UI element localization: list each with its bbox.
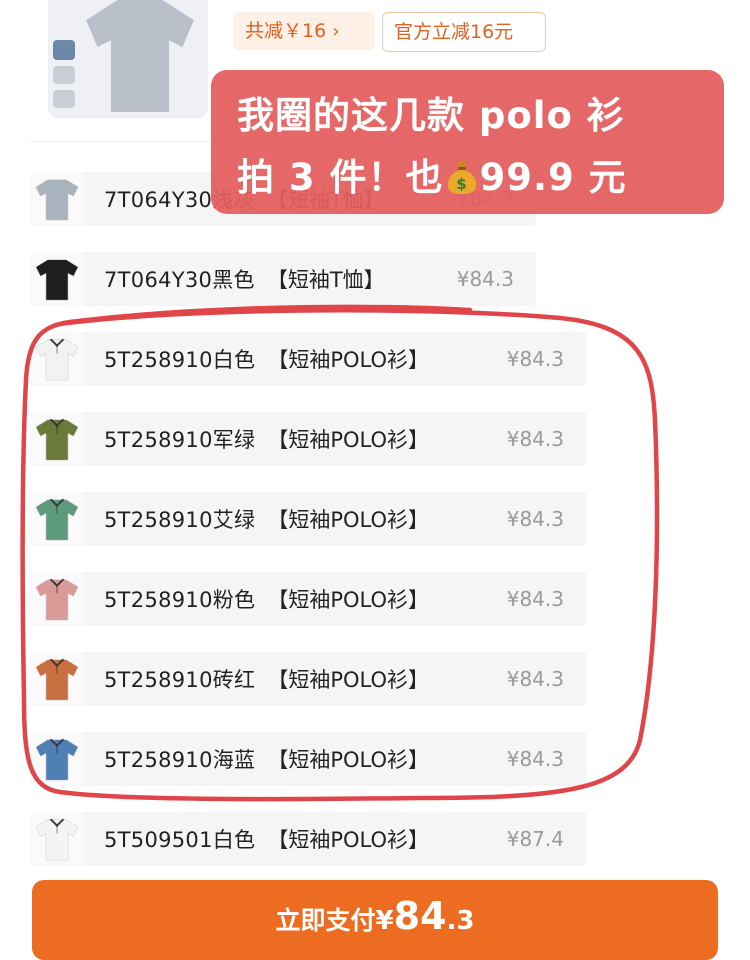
item-price: ¥84.3 — [506, 667, 564, 691]
polo-shirt-image — [30, 812, 84, 866]
item-category-tag: 【短袖POLO衫】 — [267, 428, 430, 452]
item-row[interactable]: 5T509501白色 【短袖POLO衫】 ¥87.4 — [30, 812, 586, 866]
item-category-tag: 【短袖POLO衫】 — [267, 588, 430, 612]
tshirt-image — [86, 0, 194, 112]
polo-shirt-image — [30, 412, 84, 466]
item-code: 5T509501白色 — [104, 828, 256, 852]
pay-now-label: 立即支付 — [275, 906, 376, 935]
item-category-tag: 【短袖POLO衫】 — [267, 348, 430, 372]
annotation-line-2: 拍 3 件！也 $ 99.9 元 — [237, 147, 627, 201]
total-discount-label: 共减￥16 — [245, 20, 327, 42]
official-discount-label: 官方立减16元 — [394, 21, 514, 43]
item-price: ¥84.3 — [506, 347, 564, 371]
pay-amount-decimal: .3 — [446, 906, 475, 936]
item-row[interactable]: 5T258910粉色 【短袖POLO衫】 ¥84.3 — [30, 572, 586, 626]
item-category-tag: 【短袖POLO衫】 — [267, 748, 430, 772]
money-bag-icon: $ — [447, 161, 476, 194]
item-price: ¥84.3 — [506, 427, 564, 451]
polo-shirt-image — [30, 332, 84, 386]
chevron-right-icon: › — [332, 21, 340, 42]
tshirt-image — [30, 172, 84, 226]
annotation-line-2-prefix: 拍 3 件！也 — [237, 156, 444, 199]
pay-now-button[interactable]: 立即支付¥84.3 — [32, 880, 718, 960]
item-code: 5T258910军绿 — [104, 428, 256, 452]
item-row[interactable]: 5T258910海蓝 【短袖POLO衫】 ¥84.3 — [30, 732, 586, 786]
item-row[interactable]: 7T064Y30黑色 【短袖T恤】 ¥84.3 — [30, 252, 536, 306]
feature-badge-icon — [53, 40, 75, 60]
pay-currency: ¥ — [375, 906, 394, 936]
annotation-line-1: 我圈的这几款 polo 衫 — [237, 94, 625, 137]
item-code: 5T258910砖红 — [104, 668, 256, 692]
annotation-line-2-suffix: 99.9 元 — [479, 156, 627, 199]
item-price: ¥84.3 — [506, 747, 564, 771]
polo-shirt-image — [30, 492, 84, 546]
item-code: 5T258910艾绿 — [104, 508, 256, 532]
item-code: 5T258910海蓝 — [104, 748, 256, 772]
item-code: 5T258910粉色 — [104, 588, 256, 612]
pay-amount-integer: 84 — [393, 894, 447, 938]
item-row[interactable]: 5T258910军绿 【短袖POLO衫】 ¥84.3 — [30, 412, 586, 466]
item-row[interactable]: 5T258910白色 【短袖POLO衫】 ¥84.3 — [30, 332, 586, 386]
item-price: ¥87.4 — [506, 827, 564, 851]
item-code: 7T064Y30黑色 — [104, 268, 255, 292]
tshirt-image — [30, 252, 84, 306]
polo-shirt-image — [30, 572, 84, 626]
item-row[interactable]: 5T258910砖红 【短袖POLO衫】 ¥84.3 — [30, 652, 586, 706]
feature-badges — [50, 40, 78, 108]
polo-shirt-image — [30, 732, 84, 786]
polo-shirt-image — [30, 652, 84, 706]
feature-badge-icon — [53, 66, 75, 84]
item-price: ¥84.3 — [506, 507, 564, 531]
item-category-tag: 【短袖POLO衫】 — [267, 508, 430, 532]
item-code: 5T258910白色 — [104, 348, 256, 372]
total-discount-chip[interactable]: 共减￥16 › — [233, 12, 375, 50]
feature-badge-icon — [53, 90, 75, 108]
svg-text:$: $ — [456, 175, 467, 193]
item-category-tag: 【短袖T恤】 — [266, 268, 385, 292]
official-discount-chip: 官方立减16元 — [382, 12, 546, 52]
item-row[interactable]: 5T258910艾绿 【短袖POLO衫】 ¥84.3 — [30, 492, 586, 546]
product-thumbnail[interactable] — [48, 0, 208, 118]
item-price: ¥84.3 — [456, 267, 514, 291]
annotation-bubble: 我圈的这几款 polo 衫 拍 3 件！也 $ 99.9 元 — [211, 70, 724, 214]
item-category-tag: 【短袖POLO衫】 — [267, 668, 430, 692]
item-category-tag: 【短袖POLO衫】 — [267, 828, 430, 852]
item-price: ¥84.3 — [506, 587, 564, 611]
